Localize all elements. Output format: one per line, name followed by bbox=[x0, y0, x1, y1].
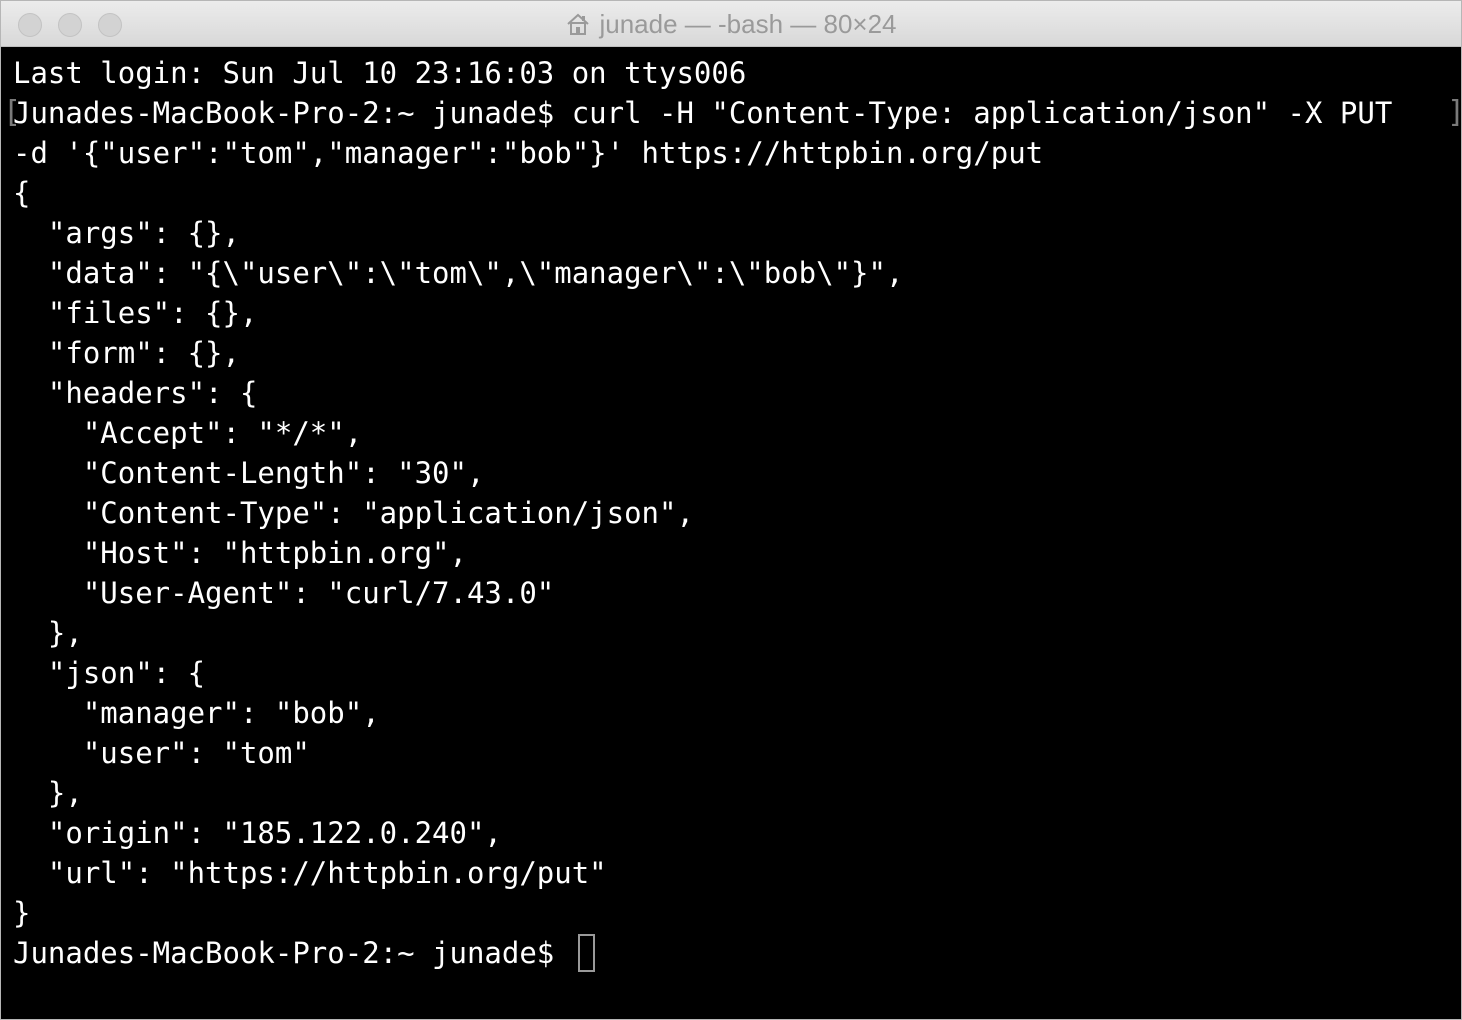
terminal-output[interactable]: [ ] Last login: Sun Jul 10 23:16:03 on t… bbox=[1, 47, 1461, 1019]
terminal-lines: Last login: Sun Jul 10 23:16:03 on ttys0… bbox=[13, 53, 1392, 973]
terminal-line: "headers": { bbox=[13, 376, 258, 410]
title-bar[interactable]: junade — -bash — 80×24 bbox=[1, 1, 1461, 47]
terminal-line: Junades-MacBook-Pro-2:~ junade$ curl -H … bbox=[13, 96, 1393, 130]
terminal-line: "files": {}, bbox=[13, 296, 258, 330]
text-cursor bbox=[577, 934, 595, 972]
terminal-line: "Content-Type": "application/json", bbox=[13, 496, 694, 530]
terminal-line: "url": "https://httpbin.org/put" bbox=[13, 856, 607, 890]
terminal-line: "json": { bbox=[13, 656, 206, 690]
terminal-line: "data": "{\"user\":\"tom\",\"manager\":\… bbox=[13, 256, 904, 290]
terminal-line: "user": "tom" bbox=[13, 736, 310, 770]
terminal-line: "origin": "185.122.0.240", bbox=[13, 816, 502, 850]
terminal-line: -d '{"user":"tom","manager":"bob"}' http… bbox=[13, 136, 1044, 170]
terminal-line: }, bbox=[13, 616, 83, 650]
shell-prompt: Junades-MacBook-Pro-2:~ junade$ bbox=[13, 936, 555, 970]
terminal-line: "manager": "bob", bbox=[13, 696, 380, 730]
line-wrap-marker-right: ] bbox=[1447, 93, 1461, 133]
terminal-line: Last login: Sun Jul 10 23:16:03 on ttys0… bbox=[13, 56, 747, 90]
home-icon bbox=[565, 12, 591, 36]
prompt-line[interactable]: Junades-MacBook-Pro-2:~ junade$ bbox=[13, 933, 1392, 973]
terminal-line: "args": {}, bbox=[13, 216, 240, 250]
terminal-line: }, bbox=[13, 776, 83, 810]
terminal-line: } bbox=[13, 896, 31, 930]
terminal-line: "Content-Length": "30", bbox=[13, 456, 485, 490]
window-title-area: junade — -bash — 80×24 bbox=[1, 1, 1461, 47]
terminal-line: "User-Agent": "curl/7.43.0" bbox=[13, 576, 555, 610]
window-title: junade — -bash — 80×24 bbox=[599, 8, 897, 39]
terminal-line: "form": {}, bbox=[13, 336, 240, 370]
terminal-line: { bbox=[13, 176, 31, 210]
terminal-line: "Accept": "*/*", bbox=[13, 416, 363, 450]
terminal-line: "Host": "httpbin.org", bbox=[13, 536, 467, 570]
terminal-window: junade — -bash — 80×24 [ ] Last login: S… bbox=[0, 0, 1462, 1020]
